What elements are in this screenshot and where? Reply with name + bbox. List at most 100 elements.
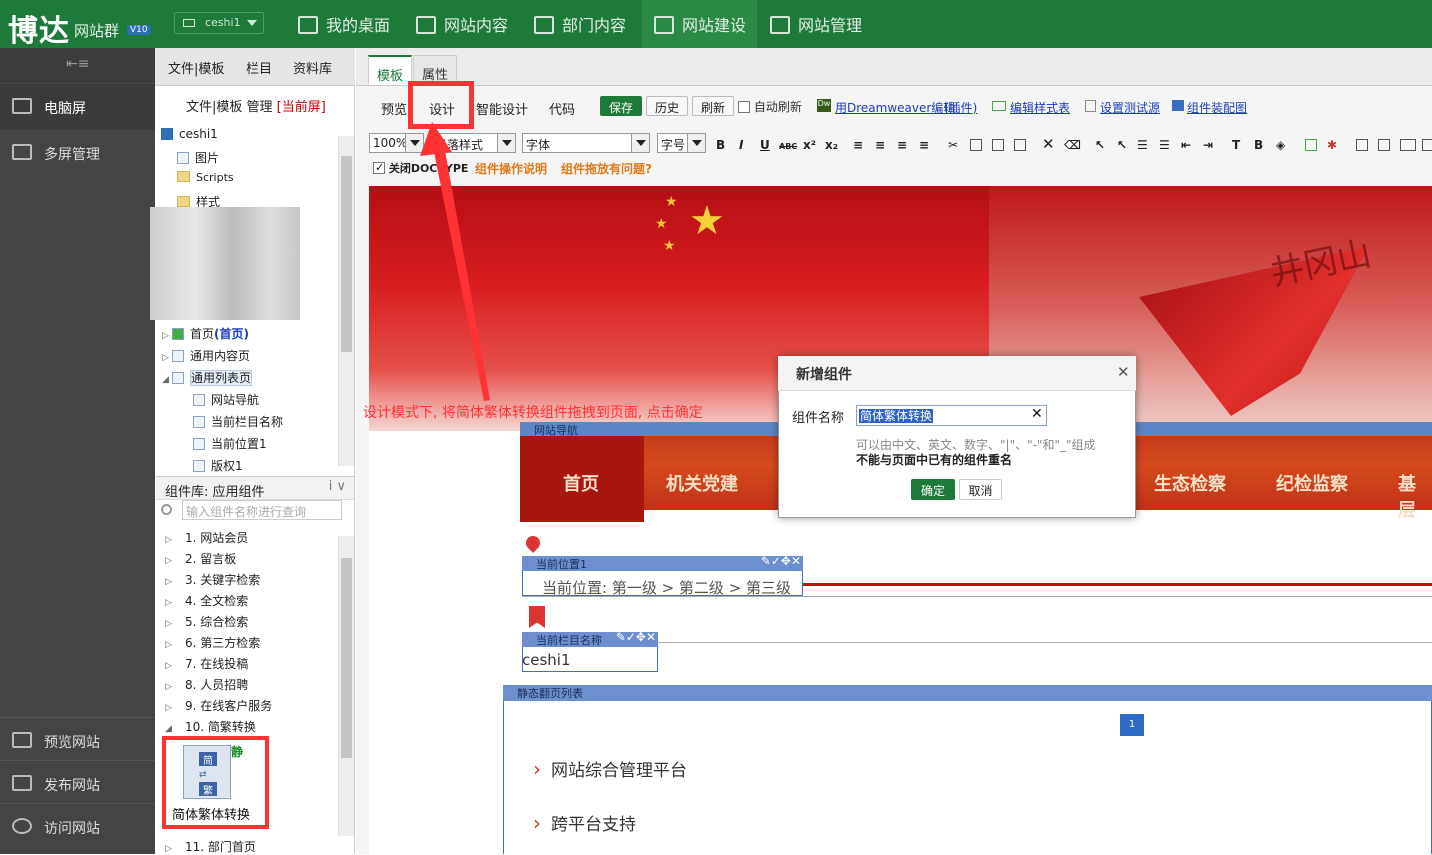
eraser-icon[interactable]: ⌫ [1064,138,1081,152]
component-item[interactable]: ▷ 8. 人员招聘 [165,676,248,693]
auto-refresh-checkbox[interactable]: 自动刷新 [738,98,802,115]
tree-node-root[interactable]: ceshi1 [161,127,218,141]
cut-icon[interactable]: ✂ [948,138,958,152]
nav-dept[interactable]: 部门内容 [534,0,626,48]
italic-icon[interactable]: I [739,138,743,152]
close-doctype-checkbox[interactable]: 关闭DOCTYPE [373,160,468,176]
component-item[interactable]: ▷ 2. 留言板 [165,550,236,567]
test-source-link[interactable]: 设置测试源 [1100,99,1160,116]
tab-template[interactable]: 模板 [368,55,413,85]
scroll-thumb[interactable] [341,156,352,352]
component-item[interactable]: ▷ 7. 在线投稿 [165,655,248,672]
align-justify-icon[interactable]: ≡ [919,138,929,152]
copy-icon[interactable] [970,139,982,151]
location-component-bar[interactable]: 当前位置1 ✎✓✥✕ [522,554,803,571]
drag-problem-link[interactable]: 组件拖放有问题? [561,160,652,177]
tree-scrollbar[interactable] [338,136,354,466]
nav-manage[interactable]: 网站管理 [770,0,862,48]
component-item[interactable]: ▷ 3. 关键字检索 [165,571,260,588]
tab-library[interactable]: 资料库 [293,58,332,77]
subscript-icon[interactable]: x₂ [825,138,838,152]
nav-build[interactable]: 网站建设 [642,0,757,48]
sidebar-item-visit[interactable]: 访问网站 [0,803,155,849]
more-icon[interactable] [1422,139,1432,151]
tab-file-template[interactable]: 文件|模板 [168,58,224,77]
site-nav-item[interactable]: 基层 [1398,470,1432,522]
cancel-button[interactable]: 取消 [959,479,1002,500]
tree-node-content-page[interactable]: ▷ 通用内容页 [162,347,250,364]
table-icon[interactable] [1356,139,1368,151]
close-icon[interactable]: ✕ [1117,363,1130,381]
list-item[interactable]: 跨平台支持 [533,810,636,835]
component-search-input[interactable]: 输入组件名称进行查询 [182,500,342,520]
static-list-component-bar[interactable]: 静态翻页列表 [503,685,1432,701]
strikethrough-icon[interactable]: ABC [779,142,797,151]
select-component-icon[interactable]: ↖ [1117,138,1127,152]
assembly-diagram-link[interactable]: 组件装配图 [1187,99,1247,116]
sidebar-item-multiscreen[interactable]: 多屏管理 [0,130,155,176]
component-item[interactable]: ▷ 4. 全文检索 [165,592,248,609]
refresh-button[interactable]: 刷新 [692,96,735,116]
input-icon[interactable] [1400,139,1416,151]
plugin-link[interactable]: (插件) [944,99,977,116]
component-item[interactable]: ▷ 9. 在线客户服务 [165,697,272,714]
paste-text-icon[interactable] [1014,139,1026,151]
sidebar-collapse[interactable]: ⇤≡ [0,48,155,82]
bold-icon[interactable]: B [716,138,725,152]
site-nav-item[interactable]: 纪检监察 [1276,470,1348,496]
image-icon[interactable] [1305,139,1317,151]
outdent-icon[interactable]: ⇤ [1181,138,1191,152]
tree-node-list-page[interactable]: ◢ 通用列表页 [162,369,253,386]
site-nav-item[interactable]: 生态检察 [1154,470,1226,496]
tree-node-copyright[interactable]: 版权1 [193,457,243,474]
history-button[interactable]: 历史 [646,96,689,116]
sidebar-item-preview[interactable]: 预览网站 [0,717,155,763]
flash-icon[interactable]: ✱ [1327,138,1337,152]
align-center-icon[interactable]: ≡ [875,138,885,152]
component-item[interactable]: ▷ 1. 网站会员 [165,529,248,546]
component-library-header[interactable]: 组件库: 应用组件 i ∨ [156,476,354,500]
component-item[interactable]: ▷ 5. 综合检索 [165,613,248,630]
component-item[interactable]: ▷ 6. 第三方检索 [165,634,260,651]
component-name-input[interactable]: 简体繁体转换 [856,405,1047,426]
ok-button[interactable]: 确定 [911,479,955,500]
mode-smart-design[interactable]: 智能设计 [476,99,528,118]
save-button[interactable]: 保存 [600,96,643,116]
align-left-icon[interactable]: ≡ [853,138,863,152]
component-tools-icon[interactable]: ✎✓✥✕ [616,630,656,644]
design-canvas[interactable]: ★ ★ ★ ★ 井冈山 网站导航 首页 机关党建 生态检察 纪检监察 基层 当前… [369,186,1432,854]
component-item-jianfan[interactable]: ◢ 10. 简繁转换 [165,718,256,735]
clear-icon[interactable]: ✕ [1031,406,1043,422]
component-tools-icon[interactable]: ✎✓✥✕ [761,554,801,568]
ordered-list-icon[interactable]: ☰ [1137,138,1148,152]
tab-column[interactable]: 栏目 [246,58,272,77]
text-color-icon[interactable]: T [1232,138,1240,152]
scroll-thumb[interactable] [341,558,352,758]
component-item[interactable]: ▷ 11. 部门首页 [165,838,256,855]
sidebar-item-pc[interactable]: 电脑屏 [0,84,155,130]
tree-node-scripts[interactable]: Scripts [177,171,234,184]
paragraph-style-select[interactable]: 段落样式 [431,133,516,153]
list-item[interactable]: 网站综合管理平台 [533,756,687,781]
indent-icon[interactable]: ⇥ [1203,138,1213,152]
tree-node-nav[interactable]: 网站导航 [193,391,259,408]
tree-node-colname[interactable]: 当前栏目名称 [193,413,283,430]
site-selector[interactable]: ceshi1 [174,12,264,34]
bg-color-icon[interactable]: B [1254,138,1263,152]
component-help-link[interactable]: 组件操作说明 [475,160,547,177]
superscript-icon[interactable]: x² [803,138,816,152]
column-name-component-bar[interactable]: 当前栏目名称 ✎✓✥✕ [522,630,658,647]
font-select[interactable]: 字体 [522,133,650,153]
edit-stylesheet-link[interactable]: 编辑样式表 [1010,99,1070,116]
component-scrollbar[interactable] [338,536,354,836]
nav-desktop[interactable]: 我的桌面 [298,0,390,48]
sidebar-item-publish[interactable]: 发布网站 [0,760,155,806]
mode-code[interactable]: 代码 [549,99,575,118]
underline-icon[interactable]: U [760,138,770,152]
mode-preview[interactable]: 预览 [381,99,407,118]
page-number[interactable]: 1 [1120,714,1144,736]
paste-icon[interactable] [992,139,1004,151]
fill-icon[interactable]: ◈ [1276,138,1285,152]
tree-node-location[interactable]: 当前位置1 [193,435,267,452]
tree-node-home[interactable]: ▷ 首页(首页) [162,325,249,342]
